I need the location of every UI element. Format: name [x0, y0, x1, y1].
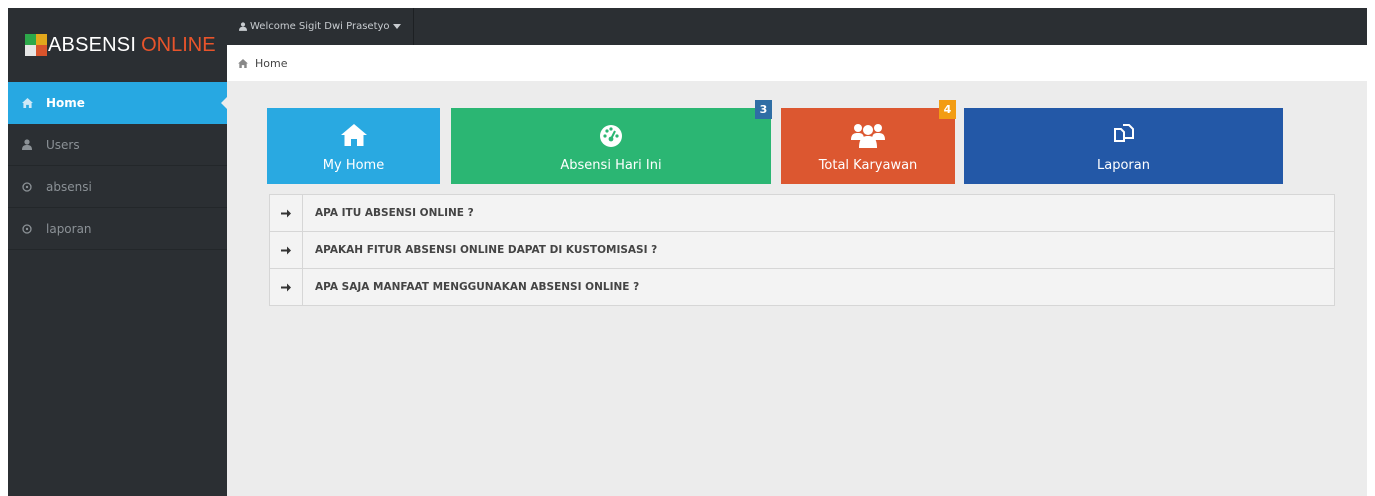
- circle-icon: [20, 180, 34, 194]
- tile-laporan[interactable]: Laporan: [964, 108, 1283, 184]
- tile-label: Total Karyawan: [818, 158, 918, 173]
- faq-accordion: APA ITU ABSENSI ONLINE ? APAKAH FITUR AB…: [269, 194, 1335, 306]
- logo-mark-icon: [25, 34, 47, 56]
- caret-down-icon: [392, 24, 401, 29]
- faq-item-title: APA ITU ABSENSI ONLINE ?: [315, 207, 474, 219]
- sidebar-item-laporan[interactable]: laporan: [8, 208, 227, 250]
- copy-icon: [1113, 122, 1135, 148]
- user-icon: [239, 22, 247, 31]
- app-logo[interactable]: ABSENSI ONLINE: [8, 8, 227, 82]
- app-frame: ABSENSI ONLINE Home Users absensi lapora…: [8, 8, 1367, 496]
- breadcrumb-current[interactable]: Home: [255, 57, 287, 70]
- home-icon: [20, 96, 34, 110]
- sidebar-item-label: laporan: [46, 221, 92, 236]
- tile-label: Absensi Hari Ini: [560, 158, 662, 173]
- sidebar-item-absensi[interactable]: absensi: [8, 166, 227, 208]
- tile-label: Laporan: [1097, 158, 1150, 173]
- faq-item[interactable]: APA SAJA MANFAAT MENGGUNAKAN ABSENSI ONL…: [270, 269, 1334, 305]
- logo-text: ABSENSI: [48, 33, 137, 56]
- welcome-text: Welcome Sigit Dwi Prasetyo: [250, 21, 390, 32]
- faq-item[interactable]: APA ITU ABSENSI ONLINE ?: [270, 195, 1334, 232]
- user-icon: [20, 138, 34, 152]
- sidebar-item-label: Users: [46, 137, 80, 152]
- tile-my-home[interactable]: My Home: [267, 108, 440, 184]
- arrow-right-icon: [270, 195, 303, 231]
- faq-item[interactable]: APAKAH FITUR ABSENSI ONLINE DAPAT DI KUS…: [270, 232, 1334, 269]
- top-bar: Welcome Sigit Dwi Prasetyo: [227, 8, 1367, 45]
- tile-badge: 3: [755, 100, 772, 119]
- tile-label: My Home: [322, 158, 385, 173]
- faq-item-title: APA SAJA MANFAAT MENGGUNAKAN ABSENSI ONL…: [315, 281, 640, 293]
- home-icon: [340, 122, 367, 148]
- faq-item-title: APAKAH FITUR ABSENSI ONLINE DAPAT DI KUS…: [315, 244, 658, 256]
- dashboard-icon: [598, 122, 624, 148]
- sidebar: ABSENSI ONLINE Home Users absensi lapora…: [8, 8, 228, 496]
- circle-icon: [20, 222, 34, 236]
- tile-badge: 4: [939, 100, 956, 119]
- sidebar-item-users[interactable]: Users: [8, 124, 227, 166]
- sidebar-item-home[interactable]: Home: [8, 82, 228, 124]
- user-menu-dropdown[interactable]: Welcome Sigit Dwi Prasetyo: [227, 8, 414, 45]
- home-icon: [238, 58, 248, 68]
- tile-total-karyawan[interactable]: Total Karyawan 4: [781, 100, 956, 184]
- sidebar-item-label: absensi: [46, 179, 92, 194]
- logo-accent-text: ONLINE: [141, 33, 216, 56]
- breadcrumb: Home: [227, 45, 1367, 81]
- sidebar-nav: Home Users absensi laporan: [8, 82, 228, 250]
- group-icon: [851, 122, 885, 148]
- arrow-right-icon: [270, 269, 303, 305]
- arrow-right-icon: [270, 232, 303, 268]
- tile-absensi-hari-ini[interactable]: Absensi Hari Ini 3: [451, 100, 772, 184]
- sidebar-item-label: Home: [46, 95, 85, 110]
